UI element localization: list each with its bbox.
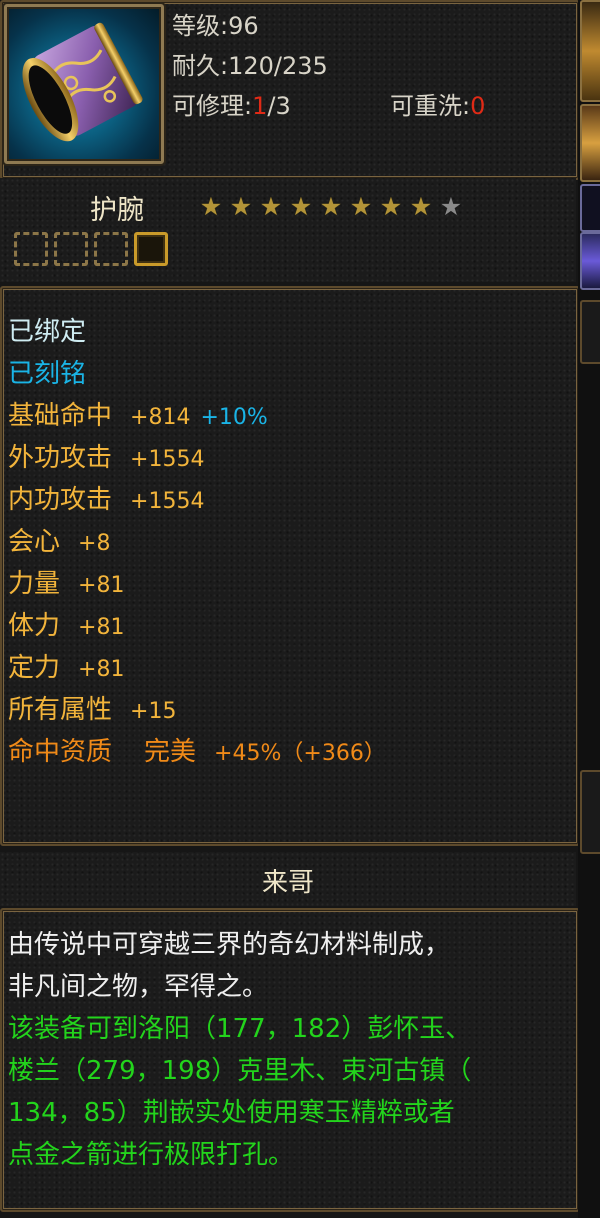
attr-value: +1554 (130, 489, 205, 514)
repairable-total: /3 (267, 92, 291, 120)
attr-row-all: 所有属性 +15 (8, 692, 176, 730)
attr-extra: +10% (200, 405, 268, 430)
bracer-icon (22, 22, 143, 142)
socket-empty[interactable] (14, 232, 48, 266)
attr-label: 会心 (8, 527, 61, 557)
socket-filled[interactable] (134, 232, 168, 266)
description-hint-line: 点金之箭进行极限打孔。 (8, 1140, 295, 1170)
attribute-panel: 已绑定 已刻铭 基础命中 +814 +10% 外功攻击 +1554 内功攻击 +1554… (0, 286, 580, 846)
aptitude-grade: 完美 (144, 737, 197, 767)
star-filled-icon: ★ (349, 192, 373, 221)
item-header: 等级:96 耐久:120/235 可修理:1/3 可重洗:0 (0, 0, 580, 180)
attr-row-hit: 基础命中 +814 +10% (8, 398, 268, 436)
attr-row-crit: 会心 +8 (8, 524, 110, 562)
attr-value: +814 (130, 405, 191, 430)
aptitude-label: 命中资质 (8, 737, 113, 767)
item-name: 护腕 (90, 195, 144, 226)
aptitude-bonus: +366 (303, 741, 364, 766)
inventory-slot[interactable] (580, 300, 600, 364)
aptitude-paren-open: （ (281, 741, 304, 766)
attr-value: +81 (78, 657, 125, 682)
item-icon[interactable] (4, 4, 164, 164)
description-hint-line: 楼兰（279，198）克里木、束河古镇（ (8, 1056, 472, 1086)
rewashable-value: 0 (470, 92, 486, 120)
durability-value: 120/235 (228, 52, 328, 80)
attr-label: 基础命中 (8, 401, 113, 431)
attr-value: +1554 (130, 447, 205, 472)
attr-label: 所有属性 (8, 695, 113, 725)
repairable-stat: 可修理:1/3 (172, 92, 291, 120)
star-filled-icon: ★ (229, 192, 253, 221)
star-rating: ★ ★ ★ ★ ★ ★ ★ ★ ★ (196, 192, 466, 222)
description-line: 由传说中可穿越三界的奇幻材料制成， (8, 930, 451, 960)
attr-row-outer-attack: 外功攻击 +1554 (8, 440, 204, 478)
level-label: 等级 (172, 12, 220, 40)
description-hint-line: 134，85）荆嵌实处使用寒玉精粹或者 (8, 1098, 455, 1128)
attr-value: +8 (78, 531, 111, 556)
aptitude-row: 命中资质 完美 +45%（+366） (8, 734, 386, 772)
inventory-slot[interactable] (580, 770, 600, 854)
inventory-slot[interactable] (580, 232, 600, 290)
bound-status: 已绑定 (8, 317, 87, 347)
socket-empty[interactable] (54, 232, 88, 266)
star-filled-icon: ★ (289, 192, 313, 221)
attr-row-strength: 力量 +81 (8, 566, 124, 604)
rewashable-stat: 可重洗:0 (390, 92, 486, 120)
aptitude-paren-close: ） (363, 741, 386, 766)
repairable-label: 可修理 (172, 92, 244, 120)
star-filled-icon: ★ (199, 192, 223, 221)
socket-empty[interactable] (94, 232, 128, 266)
durability-label: 耐久 (172, 52, 220, 80)
attr-label: 体力 (8, 611, 61, 641)
repairable-current: 1 (252, 92, 268, 120)
description-hint-line: 该装备可到洛阳（177，182）彭怀玉、 (8, 1014, 472, 1044)
attr-row-focus: 定力 +81 (8, 650, 124, 688)
level-stat: 等级:96 (172, 12, 259, 40)
attr-row-inner-attack: 内功攻击 +1554 (8, 482, 204, 520)
description-line: 非凡间之物，罕得之。 (8, 972, 269, 1002)
inventory-slot[interactable] (580, 184, 600, 232)
inventory-slot[interactable] (580, 104, 600, 182)
attr-label: 定力 (8, 653, 61, 683)
durability-stat: 耐久:120/235 (172, 52, 328, 80)
aptitude-percent: +45% (214, 741, 282, 766)
star-filled-icon: ★ (409, 192, 433, 221)
engraved-status: 已刻铭 (8, 359, 87, 389)
level-value: 96 (228, 12, 259, 40)
inventory-strip (578, 0, 600, 1218)
author-name: 来哥 (261, 868, 314, 898)
attr-label: 力量 (8, 569, 61, 599)
star-empty-icon: ★ (439, 192, 463, 221)
attr-value: +81 (78, 573, 125, 598)
attr-value: +15 (130, 699, 177, 724)
star-filled-icon: ★ (259, 192, 283, 221)
attr-row-stamina: 体力 +81 (8, 608, 124, 646)
attr-label: 内功攻击 (8, 485, 113, 515)
description-panel: 由传说中可穿越三界的奇幻材料制成， 非凡间之物，罕得之。 该装备可到洛阳（177… (0, 908, 580, 1212)
star-filled-icon: ★ (319, 192, 343, 221)
inventory-slot[interactable] (580, 0, 600, 102)
attr-label: 外功攻击 (8, 443, 113, 473)
author-row: 来哥 (0, 852, 576, 906)
star-filled-icon: ★ (379, 192, 403, 221)
socket-row (14, 232, 168, 266)
rewashable-label: 可重洗 (390, 92, 462, 120)
attr-value: +81 (78, 615, 125, 640)
